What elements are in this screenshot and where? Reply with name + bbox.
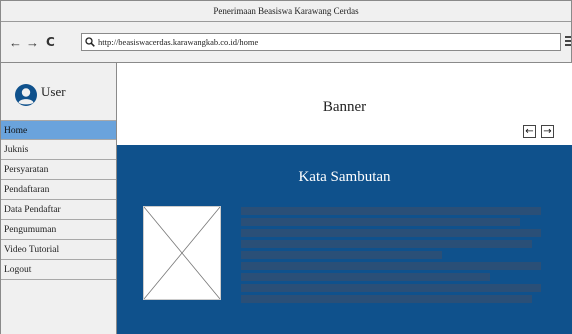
banner-prev-button[interactable]: ← (523, 125, 536, 138)
text-line (241, 229, 541, 237)
sidebar-item-juknis[interactable]: Juknis (1, 140, 116, 160)
text-line (241, 273, 490, 281)
image-placeholder-icon (143, 206, 221, 300)
image-placeholder (143, 206, 221, 300)
welcome-section: Kata Sambutan (117, 145, 572, 334)
browser-toolbar: ← → C http://beasiswacerdas.karawangkab.… (1, 22, 571, 63)
welcome-text-placeholder (241, 207, 541, 306)
address-bar[interactable]: http://beasiswacerdas.karawangkab.co.id/… (81, 33, 561, 51)
browser-window: Penerimaan Beasiswa Karawang Cerdas ← → … (0, 0, 572, 334)
banner-title: Banner (322, 99, 367, 115)
browser-menu-icon[interactable] (565, 36, 571, 48)
search-icon (85, 37, 95, 47)
sidebar: User Home Juknis Persyaratan Pendaftaran… (1, 63, 117, 334)
welcome-title: Kata Sambutan (298, 169, 391, 185)
sidebar-item-home[interactable]: Home (1, 120, 116, 140)
window-titlebar: Penerimaan Beasiswa Karawang Cerdas (1, 1, 571, 22)
user-profile[interactable]: User (1, 63, 116, 120)
text-line (241, 218, 520, 226)
reload-icon[interactable]: C (46, 36, 55, 49)
user-avatar-icon (15, 84, 37, 106)
sidebar-item-persyaratan[interactable]: Persyaratan (1, 160, 116, 180)
forward-icon[interactable]: → (26, 36, 39, 49)
text-line (241, 240, 532, 248)
window-title: Penerimaan Beasiswa Karawang Cerdas (213, 6, 359, 16)
text-line (241, 284, 541, 292)
sidebar-item-pendaftaran[interactable]: Pendaftaran (1, 180, 116, 200)
text-line (241, 295, 532, 303)
banner: Banner ← → (117, 63, 572, 145)
text-line (241, 251, 442, 259)
sidebar-item-pengumuman[interactable]: Pengumuman (1, 220, 116, 240)
text-line (241, 207, 541, 215)
sidebar-item-logout[interactable]: Logout (1, 260, 116, 280)
sidebar-menu: Home Juknis Persyaratan Pendaftaran Data… (1, 120, 116, 280)
sidebar-item-video-tutorial[interactable]: Video Tutorial (1, 240, 116, 260)
text-line (241, 262, 541, 270)
sidebar-item-data-pendaftar[interactable]: Data Pendaftar (1, 200, 116, 220)
user-name: User (41, 84, 66, 99)
banner-next-button[interactable]: → (541, 125, 554, 138)
back-icon[interactable]: ← (9, 36, 22, 49)
address-url: http://beasiswacerdas.karawangkab.co.id/… (98, 37, 259, 47)
